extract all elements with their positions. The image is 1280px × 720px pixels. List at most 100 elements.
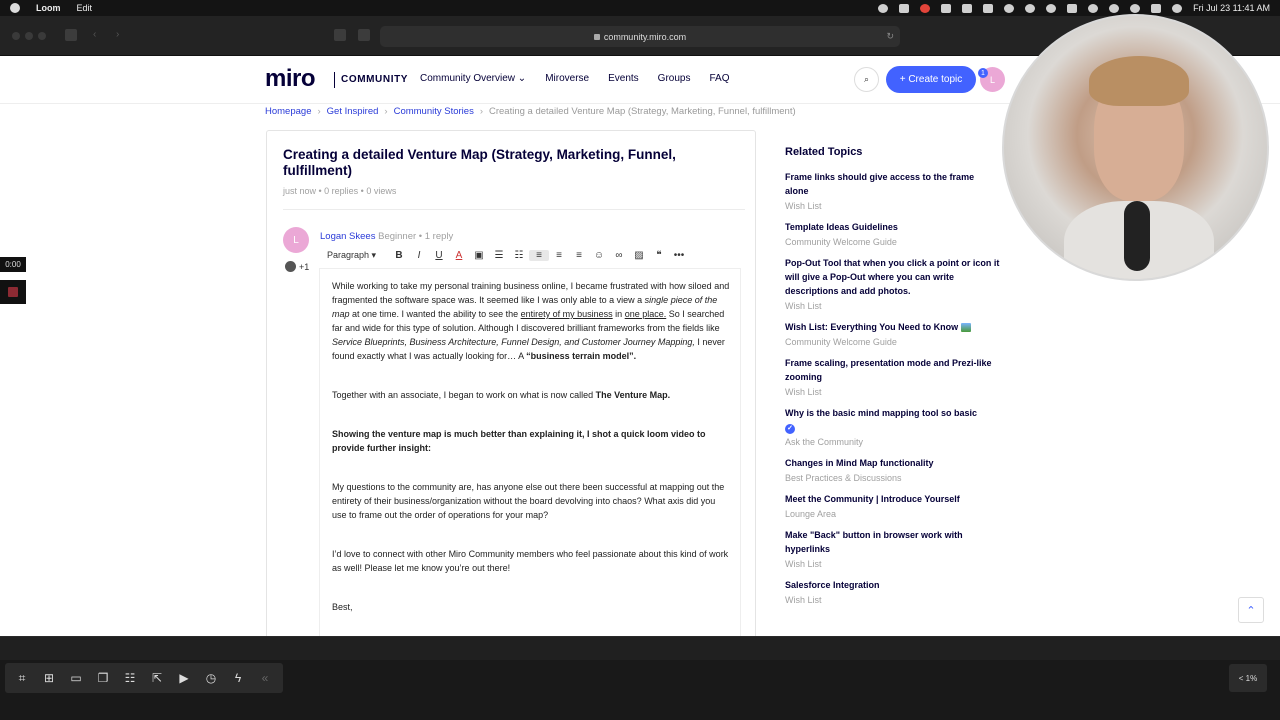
menubar-datetime[interactable]: Fri Jul 23 11:41 AM [1193,3,1270,13]
align-left-icon[interactable]: ≡ [529,250,549,261]
paragraph-2: Together with an associate, I began to w… [332,390,671,400]
community-label[interactable]: COMMUNITY [341,74,408,85]
sidebar-toggle-icon[interactable] [65,29,77,41]
clock-icon[interactable] [1025,3,1036,13]
link-entirety[interactable]: entirety of my business [521,309,613,319]
close-window-icon[interactable] [12,32,20,40]
external-link-icon[interactable]: ⇱ [148,669,166,687]
menu-bar: Loom Edit Fri Jul 23 11:41 AM [0,0,1280,16]
camera-icon[interactable] [899,3,910,13]
list-item[interactable]: Changes in Mind Map functionality Best Pr… [785,456,1000,483]
scroll-to-top-button[interactable]: ⌃ [1238,597,1264,623]
italic-button[interactable]: I [409,250,429,261]
timer-icon[interactable]: ◷ [202,669,220,687]
apple-icon[interactable] [10,3,20,13]
address-bar[interactable]: community.miro.com ↻ [380,26,900,47]
nav-miroverse[interactable]: Miroverse [545,73,589,84]
menu-edit[interactable]: Edit [77,3,93,13]
layers-icon[interactable]: ❐ [94,669,112,687]
moon-icon[interactable] [1046,3,1057,13]
link-one-place[interactable]: one place. [625,309,667,319]
collapse-icon[interactable]: « [256,669,274,687]
shield-icon[interactable] [358,29,370,41]
list-item[interactable]: Frame scaling, presentation mode and Pre… [785,356,1000,397]
circle-icon[interactable] [1004,3,1015,13]
bold-button[interactable]: B [389,250,409,261]
status-icons: Fri Jul 23 11:41 AM [878,3,1270,13]
list-item[interactable]: Meet the Community | Introduce Yourself L… [785,492,1000,519]
nav-groups[interactable]: Groups [658,73,691,84]
forward-icon[interactable]: › [116,29,128,41]
reload-icon[interactable]: ↻ [886,31,894,42]
stop-recording-button[interactable] [0,280,26,304]
search-icon[interactable] [1130,3,1141,13]
breadcrumb-homepage[interactable]: Homepage [265,106,311,117]
lightning-icon[interactable]: ϟ [229,669,247,687]
link-icon[interactable]: ∞ [609,250,629,261]
reaction-button[interactable]: +1 [285,261,309,272]
breadcrumb-separator: › [317,106,321,117]
breadcrumb-get-inspired[interactable]: Get Inspired [327,106,379,117]
record-icon[interactable] [920,3,931,13]
author-name[interactable]: Logan Skees [320,231,375,242]
paragraph-3: Showing the venture map is much better t… [332,429,706,453]
highlight-icon[interactable]: ▣ [469,250,489,261]
video-camera-icon[interactable]: ▶ [175,669,193,687]
more-button[interactable]: ••• [669,250,689,261]
gear-icon[interactable] [941,3,952,13]
nav-community-overview[interactable]: Community Overview ⌄ [420,73,526,84]
align-center-icon[interactable]: ≡ [549,250,569,261]
list-item[interactable]: Why is the basic mind mapping tool so ba… [785,406,1000,447]
list-item[interactable]: Pop-Out Tool that when you click a point… [785,256,1000,311]
menu-app-loom[interactable]: Loom [36,3,61,13]
list-item[interactable]: Salesforce Integration Wish List [785,578,1000,605]
wifi-icon[interactable] [1088,3,1099,13]
list-item[interactable]: Frame links should give access to the fr… [785,170,1000,211]
search-button[interactable]: ⌕ [854,67,879,92]
maximize-window-icon[interactable] [38,32,46,40]
quote-icon[interactable]: ❝ [649,250,669,261]
comment-icon[interactable]: ▭ [67,669,85,687]
webcam-bubble[interactable] [1002,14,1269,281]
page-title: Creating a detailed Venture Map (Strateg… [283,147,676,178]
nav-events[interactable]: Events [608,73,639,84]
add-frame-icon[interactable]: ⊞ [40,669,58,687]
siri-icon[interactable] [1172,3,1183,13]
align-right-icon[interactable]: ≡ [569,250,589,261]
list-item[interactable]: Make "Back" button in browser work with … [785,528,1000,569]
notification-badge[interactable]: 1 [978,68,988,78]
reply-avatar[interactable]: L [283,227,309,253]
reaction-count: +1 [299,261,310,272]
list-item[interactable]: Template Ideas Guidelines Community Welco… [785,220,1000,247]
paragraph-dropdown[interactable]: Paragraph ▾ [327,250,389,261]
list-item[interactable]: Wish List: Everything You Need to Know C… [785,320,1000,347]
font-color-button[interactable]: A [449,250,469,261]
user-icon[interactable] [1109,3,1120,13]
brightness-icon[interactable] [878,3,889,13]
miro-logo[interactable]: miro [265,65,316,93]
minimize-window-icon[interactable] [25,32,33,40]
bullet-list-icon[interactable]: ☰ [489,250,509,261]
control-center-icon[interactable] [1151,3,1162,13]
nav-faq[interactable]: FAQ [709,73,729,84]
emoji-icon[interactable]: ☺ [589,250,609,261]
crop-icon[interactable]: ⌗ [13,669,31,687]
paragraph-4: My questions to the community are, has a… [332,482,725,520]
extension-icon[interactable] [334,29,346,41]
list-icon[interactable] [962,3,973,13]
editor-content[interactable]: While working to take my personal traini… [332,279,730,614]
breadcrumb-community-stories[interactable]: Community Stories [394,106,474,117]
image-icon[interactable]: ▨ [629,250,649,261]
breadcrumb-current: Creating a detailed Venture Map (Strateg… [489,106,796,117]
zoom-indicator[interactable]: < 1% [1229,664,1267,692]
screen-icon[interactable] [983,3,994,13]
back-icon[interactable]: ‹ [93,29,105,41]
battery-icon[interactable] [1067,3,1078,13]
list-icon[interactable]: ☷ [121,669,139,687]
create-topic-button[interactable]: + Create topic [886,66,976,93]
numbered-list-icon[interactable]: ☷ [509,250,529,261]
reply-editor[interactable]: While working to take my personal traini… [319,269,741,636]
underline-button[interactable]: U [429,250,449,261]
person-hair [1089,56,1189,106]
window-controls [12,32,46,40]
